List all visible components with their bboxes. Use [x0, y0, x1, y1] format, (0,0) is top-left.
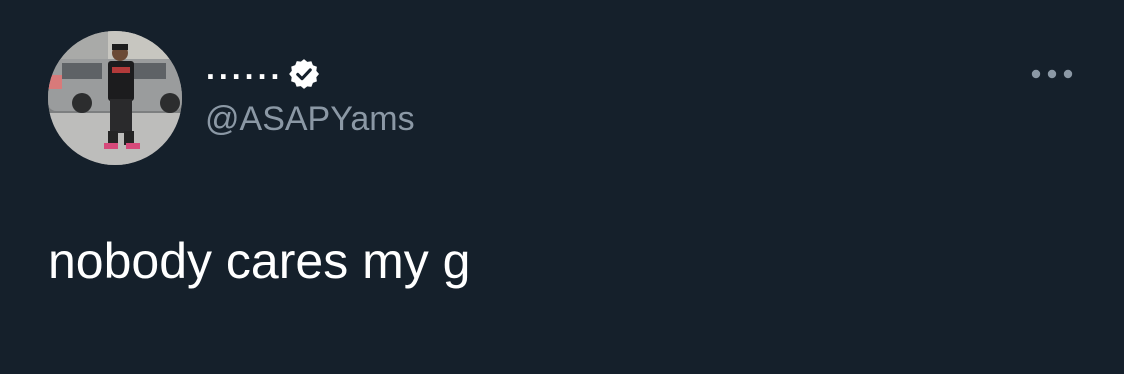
display-name[interactable]: ...... [206, 52, 283, 84]
avatar-photo [48, 31, 182, 165]
tweet-text: nobody cares my g [48, 233, 471, 289]
more-horizontal-icon [1031, 69, 1073, 79]
avatar[interactable] [48, 31, 182, 165]
verified-badge-icon [289, 59, 320, 89]
more-options-button[interactable] [1024, 58, 1080, 90]
tweet-card: ...... @ASAPYams nobody cares my g [0, 0, 1124, 374]
user-name-row: ...... [206, 52, 321, 94]
user-handle[interactable]: @ASAPYams [205, 102, 415, 136]
